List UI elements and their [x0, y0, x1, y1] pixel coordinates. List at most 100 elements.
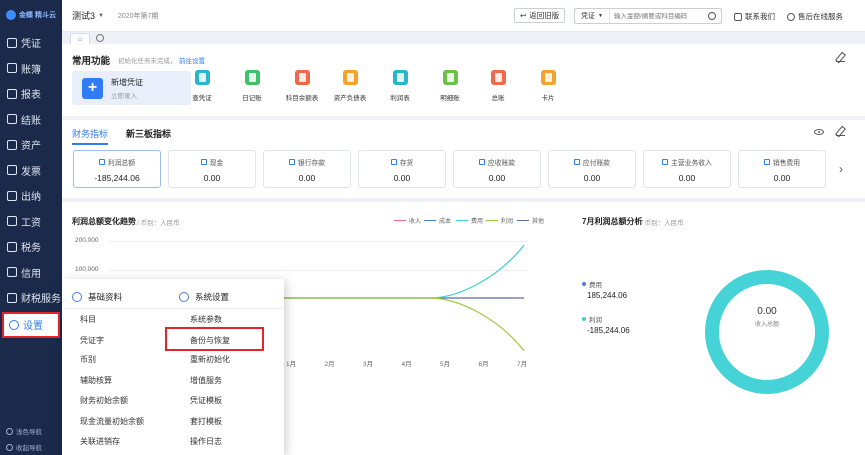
search-type-select[interactable]: 凭证 ▼: [575, 9, 610, 23]
legend-swatch: [394, 219, 406, 222]
settings-menu-item[interactable]: 系统参数: [190, 314, 222, 325]
indicator-card[interactable]: 应收账款 0.00: [453, 150, 541, 188]
settings-menu-item[interactable]: 币别: [80, 354, 96, 365]
sidebar-item-tax[interactable]: 税务: [0, 234, 62, 260]
settings-menu-item[interactable]: 财务初始余额: [80, 395, 128, 406]
settings-menu-item[interactable]: 套打模板: [190, 416, 222, 427]
shortcut-label: 总账: [491, 95, 505, 102]
card-title: 存货: [359, 157, 445, 167]
function-shortcut[interactable]: 查凭证: [182, 70, 222, 102]
card-icon: [573, 159, 580, 165]
donut-ring: [705, 270, 829, 394]
go-settings-link[interactable]: 前往设置: [179, 55, 205, 65]
settings-menu-item[interactable]: 增值服务: [190, 375, 222, 386]
invoice-icon: [7, 165, 17, 176]
shortcut-icon: [392, 70, 408, 85]
sidebar-item-asset[interactable]: 资产: [0, 132, 62, 158]
legend-swatch: [456, 219, 468, 222]
indicator-card[interactable]: 应付账款 0.00: [548, 150, 636, 188]
profit-value: -185,244.06: [587, 326, 630, 335]
function-shortcut[interactable]: 总账: [478, 70, 518, 102]
sidebar-item-invoice[interactable]: 发票: [0, 158, 62, 184]
search-icon[interactable]: [708, 12, 716, 20]
x-tick: 3月: [363, 361, 374, 368]
sidebar-item-finance-service[interactable]: 财税服务: [0, 285, 62, 311]
divider: [62, 198, 865, 202]
indicator-card[interactable]: 主营业务收入 0.00: [643, 150, 731, 188]
chevron-down-icon[interactable]: ▼: [98, 13, 104, 19]
contact-us-link[interactable]: 联系我们: [734, 11, 775, 22]
function-shortcut[interactable]: 明细账: [430, 70, 470, 102]
function-shortcut[interactable]: 科目余额表: [282, 70, 322, 102]
settings-menu-item[interactable]: 操作日志: [190, 436, 222, 447]
indicator-card[interactable]: 利润总额 -185,244.06: [73, 150, 161, 188]
settings-menu-item[interactable]: 凭证模板: [190, 395, 222, 406]
account-selector[interactable]: 测试3: [72, 9, 95, 22]
system-settings-header: 系统设置: [179, 291, 229, 303]
settings-menu-item[interactable]: 科目: [80, 314, 96, 325]
contact-icon: [734, 12, 742, 21]
indicator-card[interactable]: 存货 0.00: [358, 150, 446, 188]
x-tick: 7月: [517, 361, 528, 368]
tab-neeq-indicators[interactable]: 新三板指标: [126, 127, 171, 140]
sidebar-item-voucher[interactable]: 凭证: [0, 30, 62, 56]
function-shortcut[interactable]: 日记账: [232, 70, 272, 102]
function-shortcut[interactable]: 利润表: [380, 70, 420, 102]
donut-center-label: 收入总额: [754, 322, 779, 328]
sidebar-item-credit[interactable]: 信用: [0, 260, 62, 286]
sidebar-item-salary[interactable]: 工资: [0, 209, 62, 235]
shortcut-icon: [540, 70, 556, 85]
indicator-card[interactable]: 银行存款 0.00: [263, 150, 351, 188]
settings-menu-item[interactable]: 现金流量初始余额: [80, 416, 144, 427]
settings-menu-item[interactable]: 辅助核算: [80, 375, 112, 386]
shortcut-label: 明细账: [440, 95, 460, 102]
card-value: -185,244.06: [94, 173, 140, 183]
settings-menu-item[interactable]: 重新初始化: [190, 354, 230, 365]
report-icon: [7, 88, 17, 99]
sidebar-item-cashier[interactable]: 出纳: [0, 183, 62, 209]
donut-center: 0.00 收入总额: [732, 306, 802, 328]
eye-icon[interactable]: [814, 129, 824, 135]
card-title: 银行存款: [264, 157, 350, 167]
legend-swatch: [424, 219, 436, 222]
return-old-version-button[interactable]: ↩ 返回旧版: [514, 8, 566, 23]
edit-icon[interactable]: [836, 53, 845, 62]
home-tab[interactable]: ⌂: [70, 33, 90, 44]
search-box: 凭证 ▼: [574, 8, 722, 24]
card-icon: [288, 159, 295, 165]
sidebar-item-report[interactable]: 报表: [0, 81, 62, 107]
function-shortcut[interactable]: 资产负债表: [330, 70, 370, 102]
search-input[interactable]: [609, 12, 708, 20]
indicator-card[interactable]: 销售费用 0.00: [738, 150, 826, 188]
common-functions-title: 常用功能: [72, 56, 111, 67]
tab-menu-icon[interactable]: [96, 34, 104, 42]
indicator-card[interactable]: 现金 0.00: [168, 150, 256, 188]
function-shortcut[interactable]: 卡片: [528, 70, 568, 102]
collapse-nav-toggle[interactable]: 收起导航: [6, 442, 42, 452]
card-title: 销售费用: [739, 157, 825, 167]
new-voucher-button[interactable]: + 新增凭证 立即录入: [72, 71, 191, 105]
sidebar-item-closing[interactable]: 结账: [0, 107, 62, 133]
shortcut-icon: [194, 70, 210, 85]
tax-icon: [7, 241, 17, 252]
home-icon: ⌂: [77, 35, 83, 43]
settings-menu-item[interactable]: 凭证字: [80, 335, 104, 346]
sidebar-item-ledger[interactable]: 账簿: [0, 56, 62, 82]
init-hint: 初始化任务未完成，: [118, 58, 177, 65]
card-title: 应付账款: [549, 157, 635, 167]
logo: 金蝶 精斗云: [0, 0, 62, 30]
online-service-link[interactable]: 售后在线服务: [787, 11, 843, 22]
settings-icon: [9, 319, 19, 330]
tab-financial-indicators[interactable]: 财务指标: [72, 127, 109, 145]
donut-chart: [705, 270, 829, 394]
voucher-icon: [7, 37, 17, 48]
shortcut-label: 日记账: [242, 95, 262, 102]
light-nav-toggle[interactable]: 浅色导航: [6, 426, 42, 436]
edit-icon[interactable]: [836, 127, 845, 136]
chevron-right-icon[interactable]: ›: [839, 162, 843, 176]
new-voucher-sub: 立即录入: [111, 92, 137, 100]
palette-icon: [6, 427, 13, 435]
return-icon: ↩: [520, 11, 527, 20]
sidebar-item-settings[interactable]: 设置: [2, 311, 60, 338]
settings-menu-item[interactable]: 关联进销存: [80, 436, 120, 447]
